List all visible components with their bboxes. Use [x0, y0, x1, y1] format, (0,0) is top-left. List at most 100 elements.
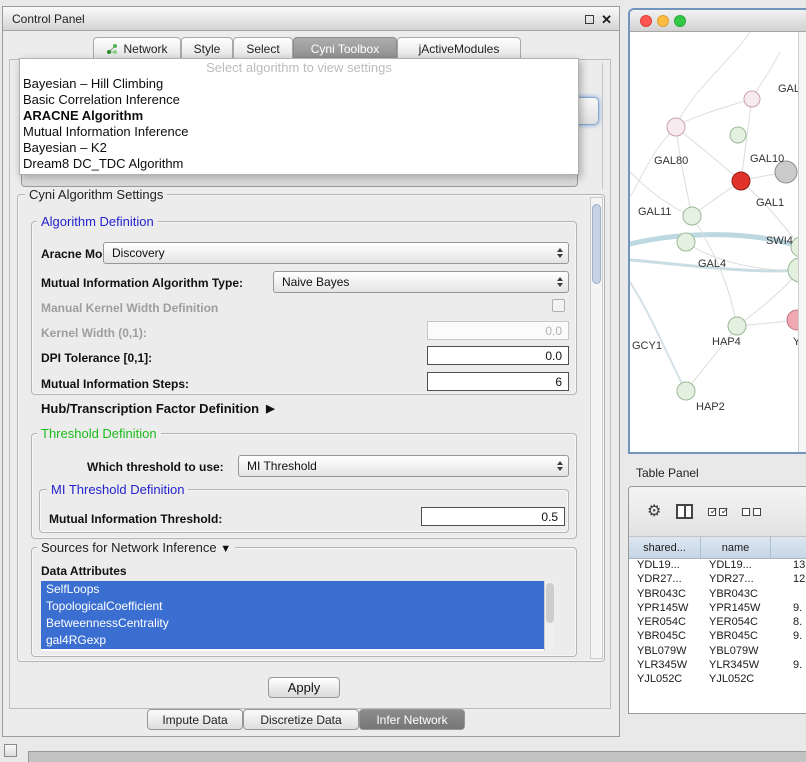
aracne-mode-select[interactable]: Discovery	[103, 242, 569, 264]
window-title: Control Panel	[3, 12, 85, 26]
gear-icon[interactable]: ⚙	[647, 504, 661, 520]
settings-group-title: Cyni Algorithm Settings	[25, 187, 167, 202]
network-node[interactable]	[744, 91, 760, 107]
network-node[interactable]	[730, 127, 746, 143]
table-row[interactable]: YBR045CYBR045C9.	[629, 630, 806, 644]
table-cell: YDR27...	[701, 573, 771, 587]
table-row[interactable]: YJL052CYJL052C	[629, 673, 806, 687]
zoom-traffic-button[interactable]	[674, 15, 686, 27]
mi-threshold-input[interactable]: 0.5	[421, 507, 565, 526]
table-cell	[771, 588, 806, 602]
stepper-icon	[552, 277, 568, 287]
minimize-traffic-button[interactable]	[657, 15, 669, 27]
mi-steps-input[interactable]: 6	[427, 372, 569, 391]
deselect-all-icon[interactable]	[742, 508, 761, 516]
settings-scrollbar[interactable]	[590, 197, 603, 659]
manual-kernel-label: Manual Kernel Width Definition	[41, 301, 218, 315]
algorithm-option[interactable]: Basic Correlation Inference	[20, 92, 578, 108]
table-cell: YBL079W	[629, 645, 701, 659]
network-canvas[interactable]: GALGAL80GAL10GAL11GAL1SWI4GAL4GCY1HAP4YH…	[630, 32, 806, 454]
table-cell: 13	[771, 559, 806, 573]
attribute-list-item[interactable]: TopologicalCoefficient	[41, 598, 544, 615]
bottom-scrollbar[interactable]	[28, 751, 806, 762]
bottom-tab-discretize-data[interactable]: Discretize Data	[243, 709, 359, 730]
list-scrollbar[interactable]	[544, 581, 555, 651]
column-header-shared-name[interactable]: shared...	[629, 537, 701, 558]
table-row[interactable]: YLR345WYLR345W9.	[629, 659, 806, 673]
bottom-tab-infer-network[interactable]: Infer Network	[359, 709, 465, 730]
network-edge	[630, 282, 686, 391]
network-node[interactable]	[677, 233, 695, 251]
close-icon[interactable]: ✕	[601, 13, 612, 26]
table-cell: 12	[771, 573, 806, 587]
node-label: GCY1	[632, 340, 662, 352]
table-row[interactable]: YDL19...YDL19...13	[629, 559, 806, 573]
column-header-name[interactable]: name	[701, 537, 771, 558]
scrollbar-thumb[interactable]	[592, 204, 601, 284]
tab-cyni-toolbox[interactable]: Cyni Toolbox	[293, 37, 397, 60]
network-node[interactable]	[732, 172, 750, 190]
popup-placeholder: Select algorithm to view settings	[20, 60, 578, 76]
bottom-tab-impute-data[interactable]: Impute Data	[147, 709, 243, 730]
tab-style[interactable]: Style	[181, 37, 233, 60]
table-panel-window: ⚙ shared... name YDL19...YDL19...13YDR27…	[628, 486, 806, 714]
algorithm-option[interactable]: Mutual Information Inference	[20, 124, 578, 140]
table-cell: YBL079W	[701, 645, 771, 659]
algorithm-option[interactable]: Bayesian – Hill Climbing	[20, 76, 578, 92]
table-cell: YDL19...	[629, 559, 701, 573]
attribute-list-item[interactable]: BetweennessCentrality	[41, 615, 544, 632]
dpi-tolerance-input[interactable]: 0.0	[427, 346, 569, 365]
table-cell: 9.	[771, 659, 806, 673]
attribute-list[interactable]: SelfLoopsTopologicalCoefficientBetweenne…	[41, 581, 555, 651]
dpi-tolerance-label: DPI Tolerance [0,1]:	[41, 351, 152, 365]
network-node[interactable]	[677, 382, 695, 400]
algorithm-option[interactable]: Dream8 DC_TDC Algorithm	[20, 156, 578, 172]
select-all-icon[interactable]	[708, 508, 727, 516]
table-cell: YLR345W	[701, 659, 771, 673]
table-row[interactable]: YDR27...YDR27...12	[629, 573, 806, 587]
network-node[interactable]	[667, 118, 685, 136]
network-node[interactable]	[728, 317, 746, 335]
node-label: GAL1	[756, 197, 784, 209]
network-titlebar	[630, 10, 806, 32]
float-window-icon[interactable]	[585, 15, 594, 24]
tab-network[interactable]: Network	[93, 37, 181, 60]
table-panel-title: Table Panel	[636, 466, 699, 480]
sources-section-toggle[interactable]: Sources for Network Inference ▼	[37, 540, 235, 555]
network-scrollbar[interactable]	[798, 32, 806, 454]
tab-select[interactable]: Select	[233, 37, 293, 60]
kernel-width-input[interactable]: 0.0	[427, 321, 569, 340]
algorithm-definition-title: Algorithm Definition	[37, 214, 158, 229]
mi-type-select[interactable]: Naive Bayes	[273, 271, 569, 293]
tab-jactivemodules[interactable]: jActiveModules	[397, 37, 521, 60]
table-row[interactable]: YBR043CYBR043C	[629, 588, 806, 602]
network-node[interactable]	[683, 207, 701, 225]
apply-button[interactable]: Apply	[268, 677, 340, 698]
hub-section-label: Hub/Transcription Factor Definition	[41, 401, 259, 416]
close-traffic-button[interactable]	[640, 15, 652, 27]
network-edge	[676, 32, 750, 127]
manual-kernel-checkbox[interactable]	[552, 299, 565, 312]
tab-label: Style	[194, 42, 221, 56]
table-row[interactable]: YER054CYER054C8.	[629, 616, 806, 630]
hub-section-toggle[interactable]: Hub/Transcription Factor Definition ▶	[41, 401, 275, 416]
which-threshold-select[interactable]: MI Threshold	[238, 455, 569, 477]
table-cell	[771, 673, 806, 687]
algorithm-option[interactable]: ARACNE Algorithm	[20, 108, 578, 124]
table-cell: YER054C	[629, 616, 701, 630]
minimized-panel-icon[interactable]	[4, 744, 17, 757]
table-cell: YER054C	[701, 616, 771, 630]
table-cell: YBR043C	[701, 588, 771, 602]
attribute-list-item[interactable]: gal4RGexp	[41, 632, 544, 649]
mi-steps-label: Mutual Information Steps:	[41, 377, 189, 391]
scrollbar-thumb[interactable]	[546, 583, 554, 623]
attribute-list-item[interactable]: SelfLoops	[41, 581, 544, 598]
network-edge	[676, 127, 692, 216]
table-row[interactable]: YPR145WYPR145W9.	[629, 602, 806, 616]
control-panel-window: Control Panel ✕ Network Style Select Cyn	[2, 6, 620, 737]
columns-icon[interactable]	[676, 504, 693, 519]
table-cell: YPR145W	[701, 602, 771, 616]
column-header-extra[interactable]	[771, 537, 806, 558]
table-row[interactable]: YBL079WYBL079W	[629, 645, 806, 659]
algorithm-option[interactable]: Bayesian – K2	[20, 140, 578, 156]
